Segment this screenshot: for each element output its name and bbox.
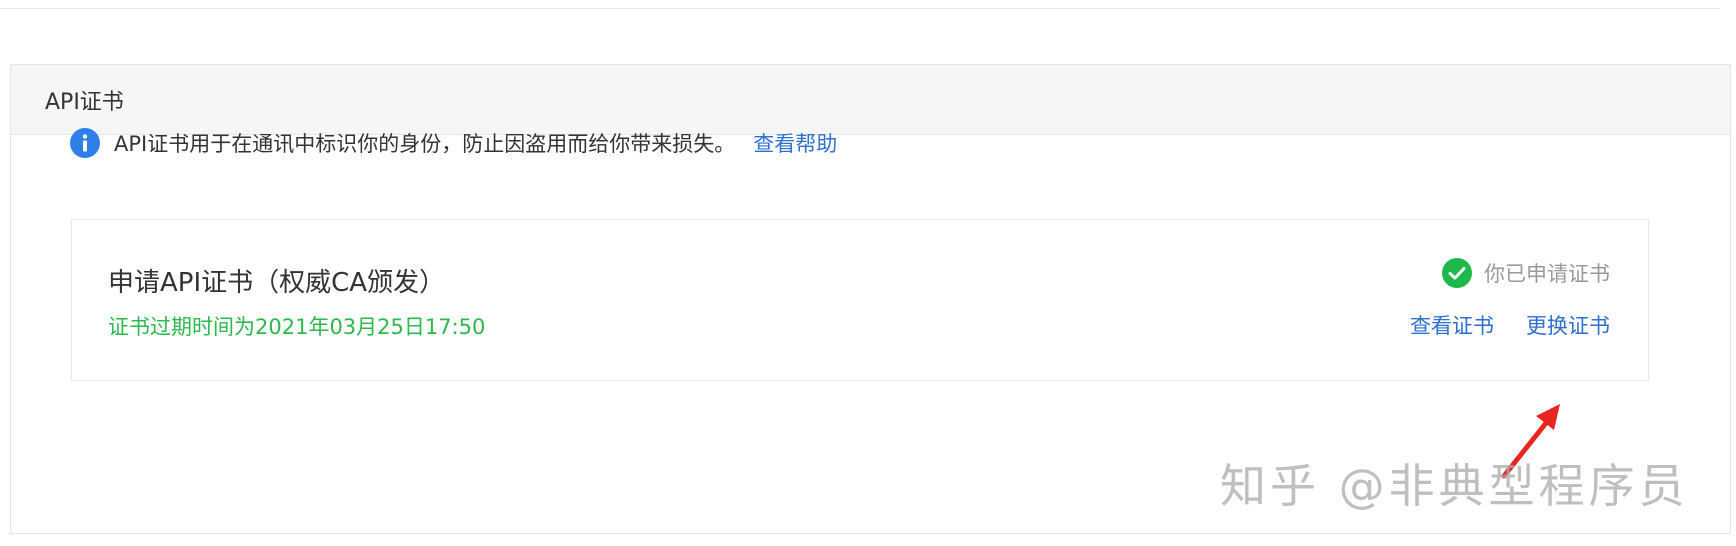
info-icon [70,128,100,158]
watermark: 知乎 @非典型程序员 [1220,459,1689,513]
notice-text: API证书用于在通讯中标识你的身份，防止因盗用而给你带来损失。 [114,132,736,156]
certificate-status: 你已申请证书 [1442,258,1610,288]
panel-header: API证书 [11,65,1730,135]
help-link[interactable]: 查看帮助 [753,128,837,158]
panel-title: API证书 [45,89,124,115]
view-certificate-link[interactable]: 查看证书 [1410,310,1494,340]
info-notice: API证书用于在通讯中标识你的身份，防止因盗用而给你带来损失。 查看帮助 [70,128,837,158]
certificate-expiry: 证书过期时间为2021年03月25日17:50 [108,315,486,339]
replace-certificate-link[interactable]: 更换证书 [1526,310,1610,340]
status-text: 你已申请证书 [1484,262,1610,286]
check-circle-icon [1442,258,1472,288]
certificate-title: 申请API证书（权威CA颁发） [108,268,446,298]
top-divider [0,8,1720,9]
certificate-card: 申请API证书（权威CA颁发） 证书过期时间为2021年03月25日17:50 … [71,219,1649,381]
certificate-actions: 查看证书 更换证书 [1378,310,1610,340]
